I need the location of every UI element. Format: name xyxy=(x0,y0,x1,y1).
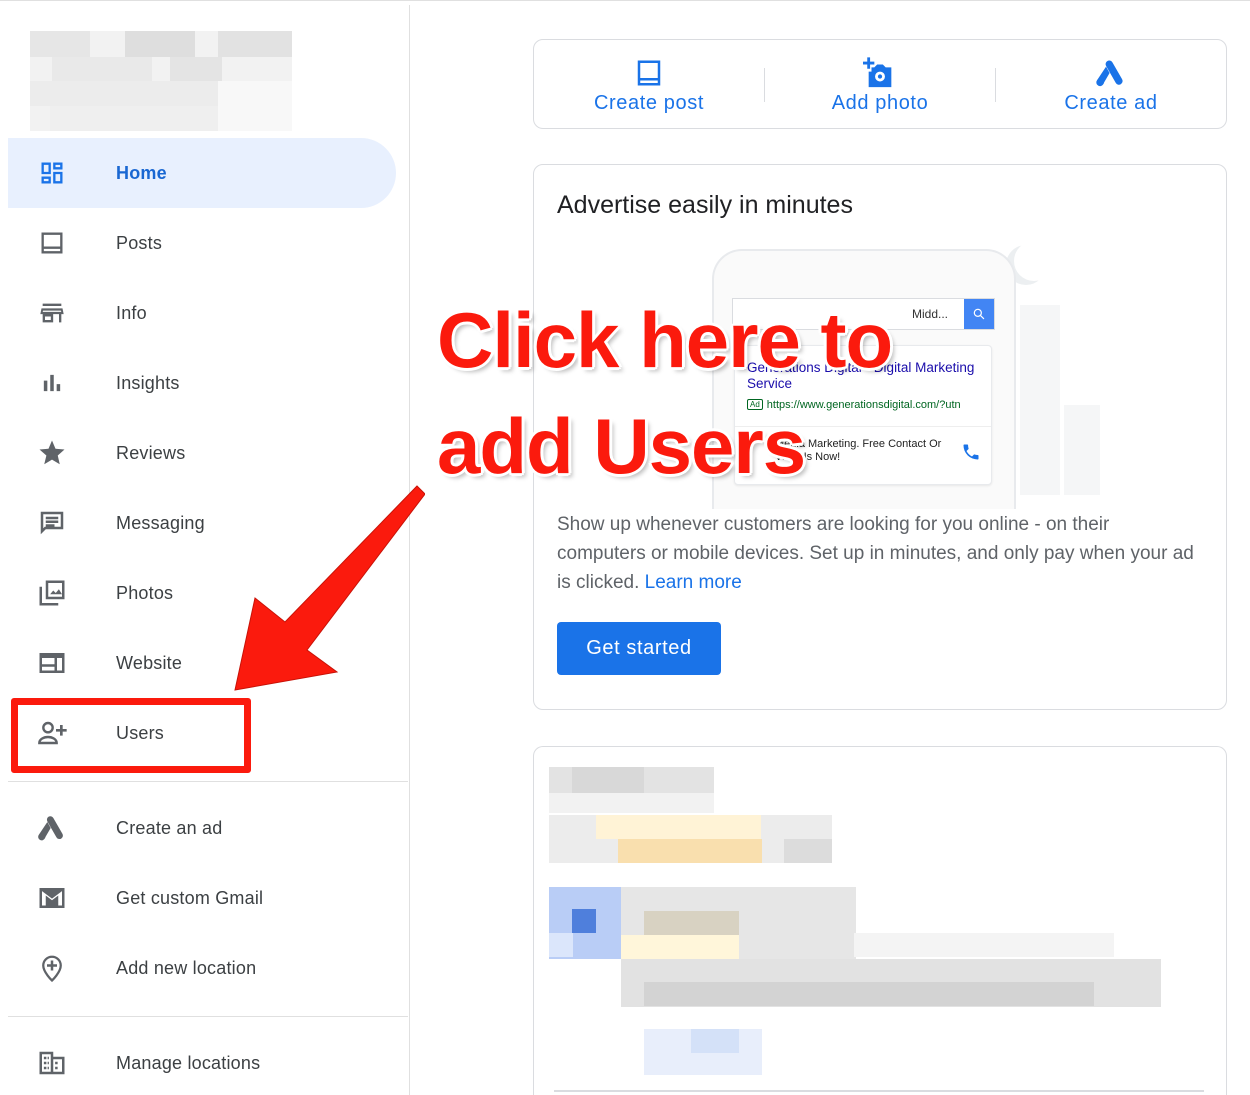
advertise-card: Advertise easily in minutes Midd... Gene… xyxy=(533,164,1227,710)
moon-illustration xyxy=(1014,241,1054,281)
gmail-icon xyxy=(36,882,68,914)
sidebar-item-label: Manage locations xyxy=(116,1052,261,1073)
sidebar-item-label: Insights xyxy=(116,372,180,393)
sidebar-item-label: Info xyxy=(116,302,147,323)
post-icon xyxy=(632,56,666,90)
sidebar-item-label: Add new location xyxy=(116,957,257,978)
sidebar-item-photos[interactable]: Photos xyxy=(8,558,396,628)
sidebar-item-insights[interactable]: Insights xyxy=(8,348,396,418)
mockup-ad-url-text: https://www.generationsdigital.com/?utn xyxy=(766,399,961,411)
sidebar-item-custom-gmail[interactable]: Get custom Gmail xyxy=(8,863,396,933)
mockup-ad-url: Ad https://www.generationsdigital.com/?ut… xyxy=(747,399,961,411)
storefront-icon xyxy=(36,297,68,329)
dashboard-icon xyxy=(36,157,68,189)
create-ad-button[interactable]: Create ad xyxy=(996,40,1226,130)
sidebar-item-label: Website xyxy=(116,652,183,673)
search-icon xyxy=(964,299,994,329)
sidebar-item-home[interactable]: Home xyxy=(8,138,396,208)
sidebar-item-label: Users xyxy=(116,722,165,743)
sidebar-divider xyxy=(8,1016,408,1017)
add-photo-icon xyxy=(863,56,897,90)
mockup-ad-result: Generations Digital - Digital Marketing … xyxy=(734,345,992,485)
mockup-ad-description: Media Marketing. Free Contact Or Visit U… xyxy=(775,438,942,463)
mockup-divider xyxy=(735,426,991,427)
ad-tag: Ad xyxy=(747,399,763,410)
sidebar-item-users[interactable]: Users xyxy=(8,698,396,768)
sidebar-item-website[interactable]: Website xyxy=(8,628,396,698)
action-label: Add photo xyxy=(831,91,929,114)
building-illustration xyxy=(1064,405,1100,495)
bar-chart-icon xyxy=(36,367,68,399)
sidebar: Home Posts Info Insights Reviews Messagi… xyxy=(0,5,410,1095)
message-icon xyxy=(36,507,68,539)
mockup-search-bar: Midd... xyxy=(732,298,995,330)
building-illustration xyxy=(1020,305,1060,495)
business-logo-redacted xyxy=(30,31,292,131)
sidebar-item-reviews[interactable]: Reviews xyxy=(8,418,396,488)
redacted-card xyxy=(533,746,1227,1095)
get-started-button[interactable]: Get started xyxy=(557,622,721,675)
mockup-ad-title: Generations Digital - Digital Marketing … xyxy=(747,360,975,391)
website-icon xyxy=(36,647,68,679)
sidebar-item-label: Posts xyxy=(116,232,163,253)
sidebar-item-label: Messaging xyxy=(116,512,205,533)
sidebar-item-manage-locations[interactable]: Manage locations xyxy=(8,1028,396,1095)
sidebar-item-add-location[interactable]: Add new location xyxy=(8,933,396,1003)
card-divider xyxy=(554,1090,1204,1092)
quick-actions-card: Create post Add photo Create ad xyxy=(533,39,1227,129)
sidebar-divider xyxy=(8,781,408,782)
sidebar-item-posts[interactable]: Posts xyxy=(8,208,396,278)
advertise-description: Show up whenever customers are looking f… xyxy=(557,510,1197,597)
sidebar-item-create-ad[interactable]: Create an ad xyxy=(8,793,396,863)
add-photo-button[interactable]: Add photo xyxy=(765,40,995,130)
create-post-button[interactable]: Create post xyxy=(534,40,764,130)
buildings-icon xyxy=(36,1047,68,1079)
sidebar-item-label: Photos xyxy=(116,582,174,603)
sidebar-item-messaging[interactable]: Messaging xyxy=(8,488,396,558)
advertise-card-title: Advertise easily in minutes xyxy=(557,191,853,219)
google-ads-icon xyxy=(1094,56,1128,90)
google-ads-icon xyxy=(36,812,68,844)
phone-icon xyxy=(961,442,981,467)
add-location-icon xyxy=(36,952,68,984)
add-person-icon xyxy=(36,717,68,749)
action-label: Create post xyxy=(594,91,704,114)
learn-more-link[interactable]: Learn more xyxy=(645,572,742,593)
mockup-search-query: Midd... xyxy=(911,307,948,321)
sidebar-item-label: Get custom Gmail xyxy=(116,887,264,908)
sidebar-item-label: Home xyxy=(116,162,167,183)
sidebar-item-info[interactable]: Info xyxy=(8,278,396,348)
action-label: Create ad xyxy=(1064,91,1158,114)
sidebar-item-label: Reviews xyxy=(116,442,186,463)
star-icon xyxy=(36,437,68,469)
sidebar-item-label: Create an ad xyxy=(116,817,223,838)
posts-icon xyxy=(36,227,68,259)
photos-icon xyxy=(36,577,68,609)
